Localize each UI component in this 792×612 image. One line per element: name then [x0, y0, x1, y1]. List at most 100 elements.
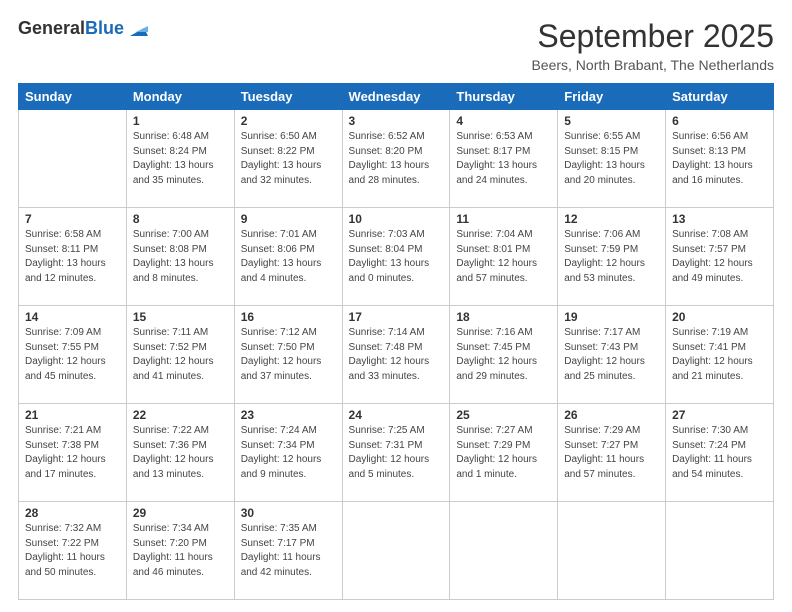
calendar-table: Sunday Monday Tuesday Wednesday Thursday…	[18, 83, 774, 600]
col-monday: Monday	[126, 84, 234, 110]
day-info: Sunrise: 7:27 AM Sunset: 7:29 PM Dayligh…	[456, 424, 551, 482]
day-number: 25	[456, 408, 551, 422]
day-number: 6	[672, 114, 767, 128]
table-row: 20 Sunrise: 7:19 AM Sunset: 7:41 PM Dayli…	[666, 306, 774, 404]
table-row	[450, 502, 558, 600]
day-number: 29	[133, 506, 228, 520]
header: GeneralBlue September 2025 Beers, North …	[18, 18, 774, 73]
table-row: 3 Sunrise: 6:52 AM Sunset: 8:20 PM Daylig…	[342, 110, 450, 208]
table-row: 8 Sunrise: 7:00 AM Sunset: 8:08 PM Daylig…	[126, 208, 234, 306]
day-info: Sunrise: 7:21 AM Sunset: 7:38 PM Dayligh…	[25, 424, 120, 482]
day-info: Sunrise: 6:50 AM Sunset: 8:22 PM Dayligh…	[241, 130, 336, 188]
day-info: Sunrise: 7:08 AM Sunset: 7:57 PM Dayligh…	[672, 228, 767, 286]
day-info: Sunrise: 7:32 AM Sunset: 7:22 PM Dayligh…	[25, 522, 120, 580]
col-thursday: Thursday	[450, 84, 558, 110]
table-row: 5 Sunrise: 6:55 AM Sunset: 8:15 PM Daylig…	[558, 110, 666, 208]
table-row: 29 Sunrise: 7:34 AM Sunset: 7:20 PM Dayli…	[126, 502, 234, 600]
day-info: Sunrise: 6:55 AM Sunset: 8:15 PM Dayligh…	[564, 130, 659, 188]
table-row	[666, 502, 774, 600]
day-info: Sunrise: 7:29 AM Sunset: 7:27 PM Dayligh…	[564, 424, 659, 482]
calendar-week-row: 1 Sunrise: 6:48 AM Sunset: 8:24 PM Daylig…	[19, 110, 774, 208]
day-number: 12	[564, 212, 659, 226]
calendar-week-row: 14Sunrise: 7:09 AM Sunset: 7:55 PM Dayli…	[19, 306, 774, 404]
table-row: 15Sunrise: 7:11 AM Sunset: 7:52 PM Dayli…	[126, 306, 234, 404]
calendar-week-row: 21 Sunrise: 7:21 AM Sunset: 7:38 PM Dayli…	[19, 404, 774, 502]
month-title: September 2025	[531, 18, 774, 55]
table-row: 26 Sunrise: 7:29 AM Sunset: 7:27 PM Dayli…	[558, 404, 666, 502]
table-row: 21 Sunrise: 7:21 AM Sunset: 7:38 PM Dayli…	[19, 404, 127, 502]
day-number: 28	[25, 506, 120, 520]
day-number: 11	[456, 212, 551, 226]
day-info: Sunrise: 7:17 AM Sunset: 7:43 PM Dayligh…	[564, 326, 659, 384]
calendar-header-row: Sunday Monday Tuesday Wednesday Thursday…	[19, 84, 774, 110]
logo-icon	[126, 18, 148, 40]
day-number: 1	[133, 114, 228, 128]
day-number: 26	[564, 408, 659, 422]
calendar-week-row: 28 Sunrise: 7:32 AM Sunset: 7:22 PM Dayli…	[19, 502, 774, 600]
table-row: 14Sunrise: 7:09 AM Sunset: 7:55 PM Dayli…	[19, 306, 127, 404]
day-number: 17	[349, 310, 444, 324]
day-info: Sunrise: 7:04 AM Sunset: 8:01 PM Dayligh…	[456, 228, 551, 286]
day-info: Sunrise: 7:06 AM Sunset: 7:59 PM Dayligh…	[564, 228, 659, 286]
table-row: 28 Sunrise: 7:32 AM Sunset: 7:22 PM Dayli…	[19, 502, 127, 600]
table-row	[342, 502, 450, 600]
table-row: 16 Sunrise: 7:12 AM Sunset: 7:50 PM Dayli…	[234, 306, 342, 404]
day-info: Sunrise: 7:24 AM Sunset: 7:34 PM Dayligh…	[241, 424, 336, 482]
day-number: 23	[241, 408, 336, 422]
day-info: Sunrise: 7:30 AM Sunset: 7:24 PM Dayligh…	[672, 424, 767, 482]
table-row: 27 Sunrise: 7:30 AM Sunset: 7:24 PM Dayli…	[666, 404, 774, 502]
table-row	[19, 110, 127, 208]
table-row: 19 Sunrise: 7:17 AM Sunset: 7:43 PM Dayli…	[558, 306, 666, 404]
table-row: 11 Sunrise: 7:04 AM Sunset: 8:01 PM Dayli…	[450, 208, 558, 306]
day-number: 2	[241, 114, 336, 128]
day-info: Sunrise: 6:58 AM Sunset: 8:11 PM Dayligh…	[25, 228, 120, 286]
table-row: 7 Sunrise: 6:58 AM Sunset: 8:11 PM Daylig…	[19, 208, 127, 306]
table-row: 4 Sunrise: 6:53 AM Sunset: 8:17 PM Daylig…	[450, 110, 558, 208]
day-info: Sunrise: 7:09 AM Sunset: 7:55 PM Dayligh…	[25, 326, 120, 384]
day-info: Sunrise: 7:34 AM Sunset: 7:20 PM Dayligh…	[133, 522, 228, 580]
day-number: 13	[672, 212, 767, 226]
col-sunday: Sunday	[19, 84, 127, 110]
day-number: 3	[349, 114, 444, 128]
day-info: Sunrise: 6:48 AM Sunset: 8:24 PM Dayligh…	[133, 130, 228, 188]
day-info: Sunrise: 7:35 AM Sunset: 7:17 PM Dayligh…	[241, 522, 336, 580]
table-row: 1 Sunrise: 6:48 AM Sunset: 8:24 PM Daylig…	[126, 110, 234, 208]
day-number: 22	[133, 408, 228, 422]
table-row: 25 Sunrise: 7:27 AM Sunset: 7:29 PM Dayli…	[450, 404, 558, 502]
day-number: 5	[564, 114, 659, 128]
day-number: 9	[241, 212, 336, 226]
table-row: 18 Sunrise: 7:16 AM Sunset: 7:45 PM Dayli…	[450, 306, 558, 404]
day-info: Sunrise: 7:00 AM Sunset: 8:08 PM Dayligh…	[133, 228, 228, 286]
day-info: Sunrise: 7:01 AM Sunset: 8:06 PM Dayligh…	[241, 228, 336, 286]
day-number: 19	[564, 310, 659, 324]
day-number: 16	[241, 310, 336, 324]
table-row: 2 Sunrise: 6:50 AM Sunset: 8:22 PM Daylig…	[234, 110, 342, 208]
day-number: 15	[133, 310, 228, 324]
logo: GeneralBlue	[18, 18, 148, 40]
day-number: 10	[349, 212, 444, 226]
table-row: 24Sunrise: 7:25 AM Sunset: 7:31 PM Dayli…	[342, 404, 450, 502]
day-info: Sunrise: 7:25 AM Sunset: 7:31 PM Dayligh…	[349, 424, 444, 482]
table-row: 17 Sunrise: 7:14 AM Sunset: 7:48 PM Dayli…	[342, 306, 450, 404]
day-number: 7	[25, 212, 120, 226]
day-info: Sunrise: 7:19 AM Sunset: 7:41 PM Dayligh…	[672, 326, 767, 384]
day-number: 18	[456, 310, 551, 324]
table-row	[558, 502, 666, 600]
table-row: 13 Sunrise: 7:08 AM Sunset: 7:57 PM Dayli…	[666, 208, 774, 306]
day-info: Sunrise: 6:52 AM Sunset: 8:20 PM Dayligh…	[349, 130, 444, 188]
table-row: 6 Sunrise: 6:56 AM Sunset: 8:13 PM Daylig…	[666, 110, 774, 208]
day-number: 27	[672, 408, 767, 422]
day-number: 21	[25, 408, 120, 422]
col-tuesday: Tuesday	[234, 84, 342, 110]
day-info: Sunrise: 6:53 AM Sunset: 8:17 PM Dayligh…	[456, 130, 551, 188]
title-block: September 2025 Beers, North Brabant, The…	[531, 18, 774, 73]
day-info: Sunrise: 7:14 AM Sunset: 7:48 PM Dayligh…	[349, 326, 444, 384]
day-info: Sunrise: 6:56 AM Sunset: 8:13 PM Dayligh…	[672, 130, 767, 188]
day-number: 4	[456, 114, 551, 128]
logo-general-text: GeneralBlue	[18, 19, 124, 39]
day-number: 20	[672, 310, 767, 324]
day-number: 30	[241, 506, 336, 520]
day-info: Sunrise: 7:12 AM Sunset: 7:50 PM Dayligh…	[241, 326, 336, 384]
day-number: 8	[133, 212, 228, 226]
day-info: Sunrise: 7:16 AM Sunset: 7:45 PM Dayligh…	[456, 326, 551, 384]
